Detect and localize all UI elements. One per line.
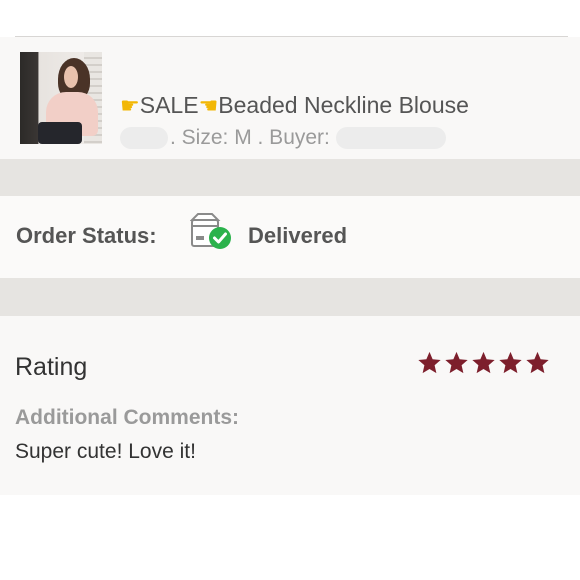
star-icon [526, 351, 549, 374]
star-icon [499, 351, 522, 374]
item-card[interactable]: ☛SALE☚Beaded Neckline Blouse . Size: M .… [0, 37, 580, 159]
item-name: Beaded Neckline Blouse [218, 92, 469, 118]
rating-label: Rating [15, 353, 88, 381]
item-meta: . Size: M . Buyer: [120, 126, 446, 150]
order-status-value: Delivered [248, 223, 348, 248]
seller-name-redacted [120, 127, 168, 150]
pointing-left-hand-icon: ☚ [198, 93, 219, 118]
size-buyer-text: . Size: M . Buyer: [170, 126, 330, 149]
order-status-section: Order Status: Delivered [0, 196, 580, 278]
star-rating [417, 350, 550, 375]
comments-text: Super cute! Love it! [15, 440, 196, 463]
section-divider [0, 159, 580, 196]
star-icon [418, 351, 441, 374]
star-icon [472, 351, 495, 374]
pointing-right-hand-icon: ☛ [120, 93, 140, 118]
comments-label: Additional Comments: [15, 406, 239, 429]
item-title[interactable]: ☛SALE☚Beaded Neckline Blouse [120, 92, 469, 119]
product-thumbnail[interactable] [20, 52, 102, 144]
order-status-label: Order Status: [16, 223, 157, 248]
section-divider [0, 278, 580, 316]
rating-section: Rating Additional Comments: Super cute! … [0, 316, 580, 495]
buyer-name-redacted [335, 127, 446, 150]
sale-label: SALE [139, 92, 199, 118]
delivered-box-check-icon [190, 213, 231, 249]
star-icon [445, 351, 468, 374]
